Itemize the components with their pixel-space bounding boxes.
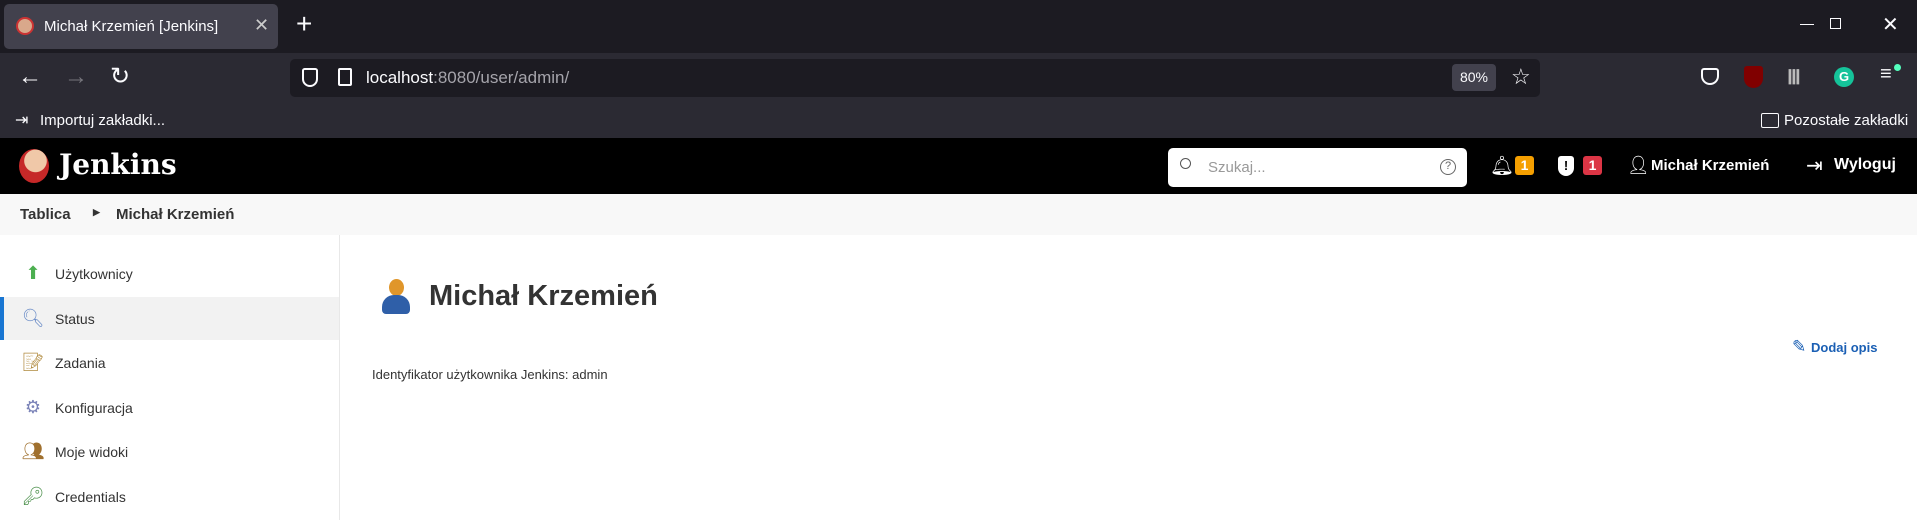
main-content: Michał Krzemień ✎ Dodaj opis Identyfikat… bbox=[341, 235, 1917, 520]
jenkins-header: Jenkins Szukaj... ? 🔔︎ 1 ! 1 👤︎ Michał K… bbox=[0, 138, 1917, 194]
sidebar-item-status[interactable]: 🔍︎ Status bbox=[0, 297, 339, 340]
tab-title: Michał Krzemień [Jenkins] bbox=[44, 18, 219, 35]
security-badge[interactable]: 1 bbox=[1583, 156, 1602, 175]
bookmarks-bar: ⇥ Importuj zakładki... Pozostałe zakładk… bbox=[0, 103, 1917, 138]
import-bookmarks-link[interactable]: Importuj zakładki... bbox=[40, 112, 165, 129]
pocket-icon[interactable] bbox=[1701, 68, 1719, 85]
sidebar-item-label: Zadania bbox=[55, 354, 106, 371]
sidebar-item-configuration[interactable]: ⚙ Konfiguracja bbox=[0, 386, 339, 429]
forward-icon[interactable]: → bbox=[64, 63, 88, 91]
sidebar-item-label: Moje widoki bbox=[55, 443, 129, 460]
page-title: Michał Krzemień bbox=[429, 280, 658, 312]
sidebar-item-my-views[interactable]: 👥︎ Moje widoki bbox=[0, 430, 339, 473]
sidebar-item-label: Status bbox=[55, 310, 95, 327]
search-box[interactable]: Szukaj... ? bbox=[1168, 148, 1467, 187]
zoom-level[interactable]: 80% bbox=[1452, 64, 1496, 91]
grammarly-icon[interactable]: G bbox=[1834, 67, 1854, 87]
jenkins-brand[interactable]: Jenkins bbox=[59, 148, 177, 181]
logout-link[interactable]: Wyloguj bbox=[1834, 156, 1896, 174]
security-shield-icon[interactable]: ! bbox=[1558, 156, 1574, 176]
breadcrumb: Tablica ▶ Michał Krzemień bbox=[0, 194, 1917, 235]
shield-icon[interactable] bbox=[302, 68, 318, 87]
browser-tab-bar: Michał Krzemień [Jenkins] ✕ + ✕ bbox=[0, 0, 1917, 53]
minimize-icon[interactable] bbox=[1800, 24, 1814, 25]
url-host: localhost bbox=[366, 68, 434, 87]
jenkins-logo-icon[interactable] bbox=[19, 149, 49, 183]
magnifier-icon: 🔍︎ bbox=[21, 308, 45, 328]
app-menu-icon[interactable]: ≡ bbox=[1880, 63, 1892, 86]
notepad-icon: 📝︎ bbox=[21, 352, 45, 372]
url-bar[interactable]: localhost:8080/user/admin/ 80% ☆ bbox=[290, 59, 1540, 97]
sidebar-item-credentials[interactable]: 🔑︎ Credentials bbox=[0, 475, 339, 518]
url-path: :8080/user/admin/ bbox=[433, 68, 570, 87]
ublock-icon[interactable] bbox=[1744, 66, 1763, 88]
url-text[interactable]: localhost:8080/user/admin/ bbox=[366, 68, 569, 88]
sidebar-item-label: Konfiguracja bbox=[55, 399, 133, 416]
browser-toolbar: ← → ↻ localhost:8080/user/admin/ 80% ☆ Ⅲ… bbox=[0, 53, 1917, 103]
search-input[interactable]: Szukaj... bbox=[1208, 159, 1266, 176]
sidebar: ⬆ Użytkownicy 🔍︎ Status 📝︎ Zadania ⚙ Konfigu… bbox=[0, 235, 340, 520]
sidebar-item-label: Użytkownicy bbox=[55, 265, 133, 282]
add-description-link[interactable]: Dodaj opis bbox=[1811, 340, 1877, 355]
page-icon bbox=[338, 68, 352, 86]
browser-tab[interactable]: Michał Krzemień [Jenkins] ✕ bbox=[4, 4, 278, 49]
sidebar-item-label: Credentials bbox=[55, 488, 126, 505]
logout-icon: ⇥ bbox=[1806, 155, 1823, 177]
tab-close-icon[interactable]: ✕ bbox=[254, 15, 269, 36]
search-icon bbox=[1180, 158, 1191, 169]
jenkins-favicon bbox=[16, 17, 34, 35]
user-icon: 👤︎ bbox=[1627, 155, 1650, 175]
breadcrumb-dashboard[interactable]: Tablica bbox=[20, 206, 71, 223]
sidebar-item-users[interactable]: ⬆ Użytkownicy bbox=[0, 252, 339, 295]
user-link[interactable]: Michał Krzemień bbox=[1651, 157, 1769, 174]
back-icon[interactable]: ← bbox=[18, 63, 42, 91]
keys-icon: 🔑︎ bbox=[21, 486, 45, 506]
extension-fence-icon[interactable]: Ⅲ bbox=[1787, 65, 1801, 90]
breadcrumb-user[interactable]: Michał Krzemień bbox=[116, 206, 234, 223]
folder-icon bbox=[1761, 113, 1779, 128]
bookmark-star-icon[interactable]: ☆ bbox=[1511, 64, 1531, 90]
edit-pencil-icon: ✎ bbox=[1792, 337, 1807, 356]
sidebar-item-tasks[interactable]: 📝︎ Zadania bbox=[0, 341, 339, 384]
notifications-badge[interactable]: 1 bbox=[1515, 156, 1534, 175]
import-icon: ⇥ bbox=[15, 112, 29, 129]
help-icon[interactable]: ? bbox=[1440, 159, 1456, 175]
reload-icon[interactable]: ↻ bbox=[110, 62, 130, 91]
other-bookmarks-link[interactable]: Pozostałe zakładki bbox=[1784, 112, 1908, 129]
up-arrow-icon: ⬆ bbox=[25, 263, 41, 283]
user-avatar-icon bbox=[381, 279, 411, 315]
breadcrumb-separator-icon: ▶ bbox=[93, 207, 100, 217]
new-tab-icon[interactable]: + bbox=[296, 8, 312, 40]
user-id-text: Identyfikator użytkownika Jenkins: admin bbox=[372, 367, 608, 382]
update-dot bbox=[1894, 64, 1901, 71]
restore-icon[interactable] bbox=[1830, 18, 1841, 29]
gear-icon: ⚙ bbox=[24, 397, 42, 417]
close-window-icon[interactable]: ✕ bbox=[1882, 12, 1899, 37]
bell-icon[interactable]: 🔔︎ bbox=[1490, 154, 1514, 178]
users-icon: 👥︎ bbox=[21, 441, 45, 461]
